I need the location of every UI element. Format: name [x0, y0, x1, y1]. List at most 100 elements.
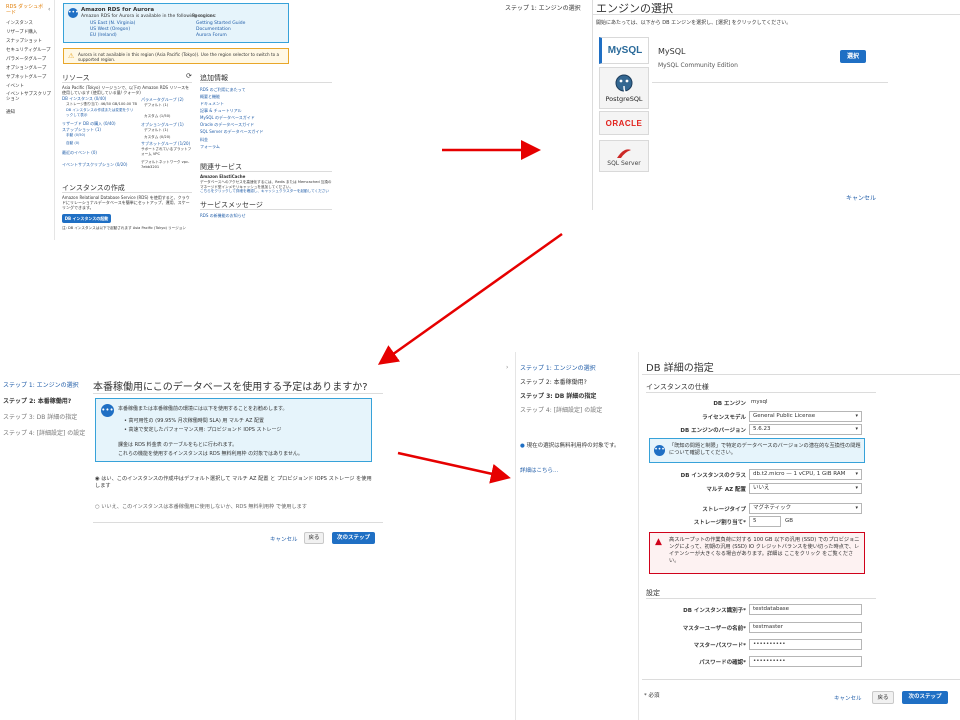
prod-next-button[interactable]: 次のステップ — [332, 532, 375, 544]
mysql-logo-tile[interactable]: MySQL — [599, 37, 649, 64]
prod-cancel-link[interactable]: キャンセル — [270, 535, 298, 543]
postgresql-logo-tile[interactable]: PostgreSQL — [599, 67, 649, 109]
sidebar-item-event-subscriptions[interactable]: イベントサブスクリプション — [6, 92, 52, 102]
details-content-divider — [638, 352, 639, 720]
prod-no-text: いいえ、このインスタンスは本番稼働用に使用しないか、RDS 無料利用枠 で使用し… — [101, 504, 308, 510]
prod-step-1[interactable]: ステップ 1: エンジンの選択 — [3, 380, 79, 389]
info-link-forum[interactable]: フォーラム — [200, 144, 220, 150]
resource-link-forum[interactable]: Aurora Forum — [196, 33, 227, 38]
storage-type-select-value: マグネティック — [753, 505, 792, 511]
engine-select-button[interactable]: 選択 — [840, 50, 866, 63]
aurora-title: Amazon RDS for Aurora — [81, 7, 155, 13]
resource-snapshots-manual[interactable]: 手動 (0/50) — [66, 133, 85, 138]
multiaz-select[interactable]: いいえ ▾ — [749, 483, 862, 494]
details-step-2[interactable]: ステップ 2: 本番稼働用? — [520, 377, 587, 386]
sidebar-item-snapshots[interactable]: スナップショット — [6, 38, 42, 44]
details-panel: › ステップ 1: エンジンの選択 ステップ 2: 本番稼働用? ステップ 3:… — [506, 352, 960, 720]
prod-yes-option[interactable]: ◉ はい、このインスタンスの作成中はデフォルト選択して マルチ AZ 配置 と … — [95, 476, 375, 490]
settings-heading: 設定 — [646, 589, 660, 597]
sidebar-item-subnet-groups[interactable]: サブネットグループ — [6, 74, 46, 80]
storage-input[interactable]: 5 — [749, 516, 781, 527]
resource-recent-events[interactable]: 最近のイベント (0) — [62, 150, 97, 156]
chevron-down-icon: ▾ — [855, 426, 858, 432]
info-link-oracle-guide[interactable]: Oracle のデータベースガイド — [200, 122, 254, 128]
dashboard-panel: RDS ダッシュボード ‹ インスタンス リザーブド購入 スナップショット セキ… — [0, 0, 335, 240]
class-select[interactable]: db.t2.micro — 1 vCPU, 1 GiB RAM ▾ — [749, 469, 862, 480]
free-tier-note-text: 現在の選択は無料利用枠の対象です。 — [526, 443, 620, 449]
master-user-input[interactable]: testmaster — [749, 622, 862, 633]
info-link-documentation[interactable]: ドキュメント — [200, 101, 224, 107]
sidebar-item-instances[interactable]: インスタンス — [6, 20, 33, 26]
resource-option-custom: カスタム (0/20) — [144, 135, 171, 139]
sidebar-item-security-groups[interactable]: セキュリティグループ — [6, 47, 50, 53]
resource-create-hint[interactable]: DB インスタンスの作成または変更をクリックして表示 — [66, 108, 136, 117]
known-issues-box: ••• 「既知の問題と制限」で特定のデータベースのバージョンの潜在的な互換性の問… — [649, 438, 865, 463]
prod-yes-radio[interactable]: ◉ — [95, 476, 100, 482]
sidebar-item-option-groups[interactable]: オプショングループ — [6, 65, 46, 71]
details-back-button[interactable]: 戻る — [872, 691, 894, 704]
info-link-mysql-guide[interactable]: MySQL のデータベースガイド — [200, 115, 255, 121]
password-confirm-label: パスワードの確認* — [699, 660, 746, 666]
free-tier-note: ● 現在の選択は無料利用枠の対象です。 — [520, 443, 630, 450]
password-confirm-input[interactable]: •••••••••• — [749, 656, 862, 667]
chevron-down-icon: ▾ — [855, 505, 858, 511]
storage-warning-text: 高スループットの作業負荷に対する 100 GB 以下の汎用 (SSD) でのプロ… — [669, 537, 860, 564]
error-warning-icon: ▲ — [655, 537, 662, 547]
prod-no-option[interactable]: ○ いいえ、このインスタンスは本番稼働用に使用しないか、RDS 無料利用枠 で使… — [95, 503, 375, 510]
sidebar-title[interactable]: RDS ダッシュボード — [6, 4, 48, 16]
oracle-logo-tile[interactable]: ORACLE — [599, 111, 649, 135]
region-link-us-west[interactable]: US West (Oregon) — [90, 27, 130, 32]
region-link-eu[interactable]: EU (Ireland) — [90, 33, 117, 38]
sidebar-collapse-icon[interactable]: ‹ — [48, 6, 50, 13]
info-link-getting-started[interactable]: RDS のご利用にあたって — [200, 87, 245, 93]
sidebar-item-notifications[interactable]: 通知 — [6, 109, 15, 115]
info-link-articles[interactable]: 記事 & チュートリアル — [200, 108, 242, 114]
sqlserver-logo-icon — [617, 148, 631, 158]
instance-id-input[interactable]: testdatabase — [749, 604, 862, 615]
license-select[interactable]: General Public License ▾ — [749, 411, 862, 422]
version-select[interactable]: 5.6.23 ▾ — [749, 424, 862, 435]
master-password-input[interactable]: •••••••••• — [749, 639, 862, 650]
info-link-sqlserver-guide[interactable]: SQL Server のデータベースガイド — [200, 129, 263, 135]
info-link-pricing[interactable]: 料金 — [200, 137, 208, 143]
region-link-us-east[interactable]: US East (N. Virginia) — [90, 21, 135, 26]
details-step-1[interactable]: ステップ 1: エンジンの選択 — [520, 363, 596, 372]
details-cancel-link[interactable]: キャンセル — [834, 694, 862, 702]
info-link-overview[interactable]: 概要と機能 — [200, 94, 220, 100]
license-select-value: General Public License — [753, 413, 816, 419]
details-next-button[interactable]: 次のステップ — [902, 691, 948, 704]
resource-param-custom: カスタム (1/50) — [144, 114, 171, 118]
sidebar-item-parameter-groups[interactable]: パラメータグループ — [6, 56, 46, 62]
details-step-4: ステップ 4: [詳細設定] の設定 — [520, 407, 603, 414]
prod-no-radio[interactable]: ○ — [95, 504, 100, 510]
messages-link[interactable]: RDS の新機能のお知らせ — [200, 213, 246, 219]
details-collapse-icon[interactable]: › — [506, 364, 508, 371]
elasticache-link[interactable]: こちらをクリックして詳細を確認し、キャッシュクラスターを起動してください — [200, 189, 332, 194]
storage-type-select[interactable]: マグネティック ▾ — [749, 503, 862, 514]
resource-snapshots-auto[interactable]: 自動 (0) — [66, 141, 79, 146]
sqlserver-logo-tile[interactable]: SQL Server — [599, 140, 649, 172]
free-tier-learn-more[interactable]: 詳細はこちら... — [520, 466, 558, 474]
id-label: DB インスタンス識別子* — [683, 608, 746, 614]
prod-billing-2: これらの機能を使用するインスタンスは RDS 無料利用枠 の対象ではありません。 — [118, 451, 303, 457]
launch-instance-button[interactable]: DB インスタンスの起動 — [62, 214, 111, 223]
resource-link-getting-started[interactable]: Getting Started Guide — [196, 21, 245, 26]
prod-info-box: ••• 本番稼働または本番稼働前の環境には以下を使用することをお勧めします。 •… — [95, 398, 372, 462]
resources-title: Resources — [192, 14, 215, 19]
sidebar-item-reserved[interactable]: リザーブド購入 — [6, 29, 37, 35]
oracle-logo-icon: ORACLE — [605, 118, 643, 128]
elasticache-title: Amazon ElastiCache — [200, 174, 246, 179]
warning-text: Aurora is not available in this region (… — [78, 52, 280, 62]
resource-link-documentation[interactable]: Documentation — [196, 27, 231, 32]
create-desc: Amazon Relational Database Service (RDS)… — [62, 195, 190, 210]
production-panel: ステップ 1: エンジンの選択 ステップ 2: 本番稼働用? ステップ 3: D… — [0, 372, 385, 552]
prod-info-lead: 本番稼働または本番稼働前の環境には以下を使用することをお勧めします。 — [118, 406, 288, 412]
prod-back-button[interactable]: 戻る — [304, 532, 324, 544]
engine-cancel-link[interactable]: キャンセル — [846, 193, 876, 202]
sidebar-item-events[interactable]: イベント — [6, 83, 24, 89]
refresh-icon[interactable]: ⟳ — [186, 72, 192, 80]
resource-event-subscriptions[interactable]: イベントサブスクリプション (0/20) — [62, 162, 127, 168]
version-label: DB エンジンのバージョン — [680, 428, 746, 434]
spec-heading: インスタンスの仕様 — [646, 383, 709, 391]
details-title: DB 詳細の指定 — [646, 363, 714, 374]
